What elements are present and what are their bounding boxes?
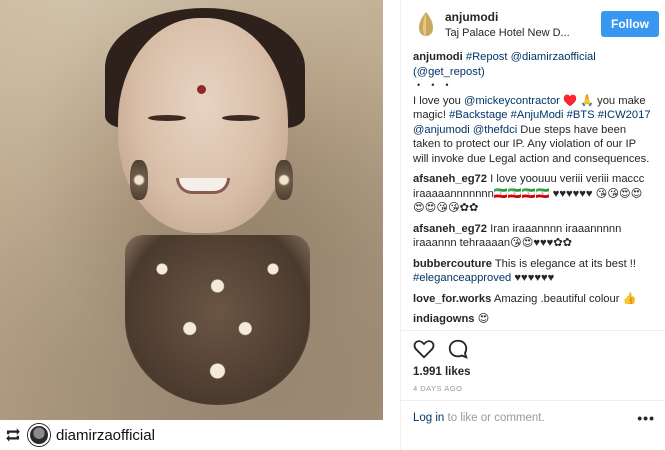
header-username[interactable]: anjumodi [445, 10, 601, 24]
comment-username[interactable]: afsaneh_eg72 [413, 223, 487, 235]
caption-mention[interactable]: @mickeycontractor [464, 95, 560, 107]
photo-earring-left [130, 160, 148, 200]
repost-username[interactable]: diamirzaofficial [56, 427, 155, 444]
photo-smile [176, 178, 230, 194]
comment-icon[interactable] [447, 338, 469, 360]
brand-logo-icon[interactable] [415, 10, 437, 38]
timestamp: 4 DAYS AGO [413, 384, 463, 393]
photo-eye-right [222, 115, 260, 121]
post-header: anjumodi Taj Palace Hotel New D... Follo… [401, 0, 665, 44]
comment-username[interactable]: love_for.works [413, 293, 491, 305]
list-item: love_for.works Amazing .beautiful colour… [413, 292, 653, 307]
comment-text: ♥♥♥♥♥♥ [511, 272, 555, 284]
avatar[interactable] [28, 424, 50, 446]
caption-text: I love you [413, 94, 464, 107]
photo-eye-left [148, 115, 186, 121]
more-options-icon[interactable]: ••• [637, 410, 655, 426]
photo-face [118, 18, 288, 233]
post-panel: anjumodi Taj Palace Hotel New D... Follo… [400, 0, 665, 450]
caption-mention[interactable]: @thefdci [473, 124, 517, 136]
follow-button[interactable]: Follow [601, 11, 659, 37]
comment-username[interactable]: indiagowns [413, 313, 475, 325]
caption-repost-tag[interactable]: #Repost [466, 51, 508, 63]
comment-text: This is elegance at its best !! [494, 257, 636, 270]
post-photo[interactable] [0, 0, 383, 420]
heart-icon[interactable] [413, 338, 435, 360]
header-location[interactable]: Taj Palace Hotel New D... [445, 27, 601, 39]
caption-mention[interactable]: (@get_repost) [413, 66, 485, 78]
list-item: afsaneh_eg72 I love yoouuu veriii veriii… [413, 172, 653, 216]
comment-hashtag[interactable]: #eleganceapproved [413, 272, 511, 284]
login-link[interactable]: Log in [413, 412, 444, 424]
login-text: to like or comment. [444, 412, 545, 424]
action-bar [413, 338, 481, 360]
likes-count[interactable]: 1.991 likes [413, 366, 471, 378]
list-item: indiagowns 😍 [413, 312, 653, 327]
caption: anjumodi #Repost @diamirzaofficial (@get… [413, 50, 653, 166]
divider [401, 400, 665, 401]
list-item: afsaneh_eg72 Iran iraaannnn iraaannnnn i… [413, 222, 653, 251]
divider [401, 330, 665, 331]
photo-bindi [197, 85, 206, 94]
comment-username[interactable]: bubbercouture [413, 258, 492, 270]
login-prompt: Log in to like or comment. [413, 412, 545, 424]
caption-hashtags[interactable]: #Backstage #AnjuModi #BTS #ICW2017 [449, 109, 650, 121]
caption-mention[interactable]: @anjumodi [413, 124, 470, 136]
comment-text: 😍 [477, 313, 490, 325]
photo-necklace [125, 235, 310, 405]
comment-username[interactable]: afsaneh_eg72 [413, 173, 487, 185]
list-item: bubbercouture This is elegance at its be… [413, 257, 653, 286]
caption-username[interactable]: anjumodi [413, 51, 463, 63]
comments-list: anjumodi #Repost @diamirzaofficial (@get… [401, 44, 665, 327]
caption-dots: ・・・ [413, 80, 456, 92]
repost-bar: diamirzaofficial [0, 420, 383, 450]
comment-text: Amazing .beautiful colour 👍 [493, 292, 637, 305]
photo-earring-right [275, 160, 293, 200]
repost-icon [6, 428, 20, 442]
caption-mention[interactable]: @diamirzaofficial [511, 51, 596, 63]
